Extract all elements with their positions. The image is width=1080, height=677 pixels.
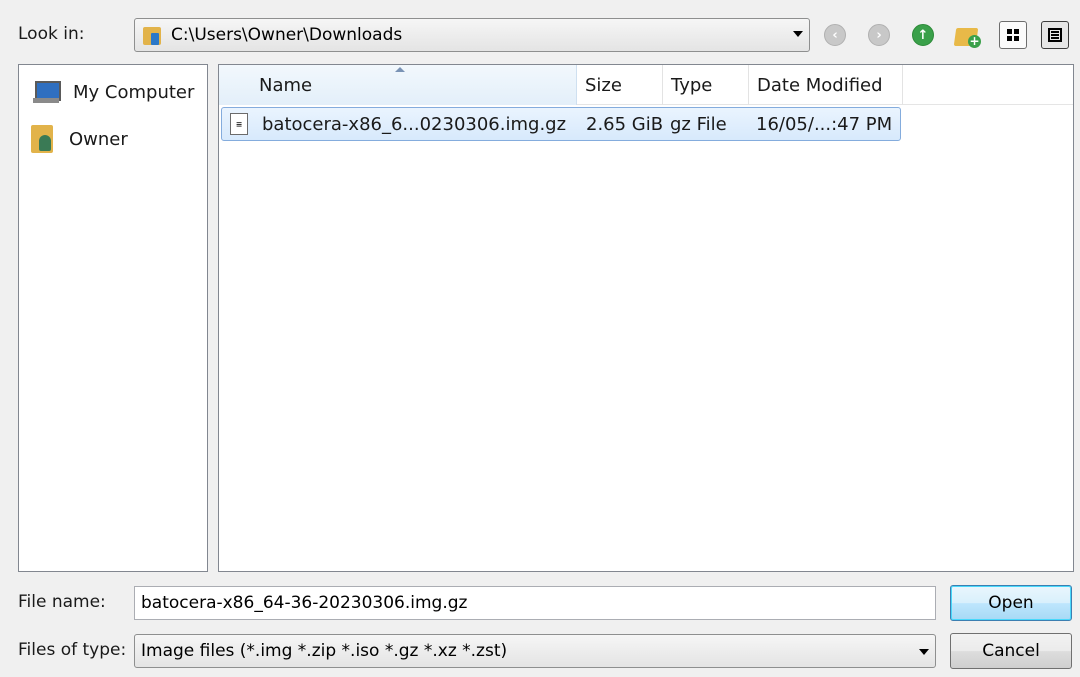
chevron-down-icon[interactable] (793, 31, 803, 37)
sort-ascending-icon (395, 67, 405, 72)
forward-icon: › (868, 24, 890, 46)
file-list-header: Name Size Type Date Modified (219, 65, 1073, 105)
file-name-cell: batocera-x86_6...0230306.img.gz (262, 113, 567, 135)
file-type-value: Image files (*.img *.zip *.iso *.gz *.xz… (141, 641, 508, 661)
sidebar-item-my-computer[interactable]: My Computer (19, 73, 194, 111)
look-in-path: C:\Users\Owner\Downloads (171, 25, 403, 45)
sidebar-item-label: Owner (69, 128, 128, 150)
file-size-cell: 2.65 GiB (586, 113, 664, 135)
back-button[interactable]: ‹ (820, 20, 850, 50)
detail-view-icon (1041, 21, 1069, 49)
file-type-combo[interactable]: Image files (*.img *.zip *.iso *.gz *.xz… (134, 634, 936, 668)
up-icon: ↑ (912, 24, 934, 46)
list-view-button[interactable] (998, 20, 1028, 50)
file-type-label: Files of type: (18, 640, 127, 660)
user-folder-icon (31, 125, 57, 153)
archive-file-icon: ≡ (230, 113, 248, 135)
detail-view-button[interactable] (1040, 20, 1070, 50)
column-header-name[interactable]: Name (219, 65, 577, 105)
chevron-down-icon[interactable] (919, 649, 929, 655)
column-header-type[interactable]: Type (663, 65, 749, 105)
table-row[interactable]: ≡ batocera-x86_6...0230306.img.gz 2.65 G… (221, 107, 901, 141)
file-name-label: File name: (18, 592, 106, 612)
look-in-combo[interactable]: C:\Users\Owner\Downloads (134, 18, 810, 52)
open-button[interactable]: Open (950, 585, 1072, 621)
back-icon: ‹ (824, 24, 846, 46)
cancel-button[interactable]: Cancel (950, 633, 1072, 669)
column-header-date-modified[interactable]: Date Modified (749, 65, 903, 105)
list-view-icon (999, 21, 1027, 49)
look-in-label: Look in: (18, 24, 85, 44)
sidebar-item-owner[interactable]: Owner (19, 120, 128, 158)
sidebar-item-label: My Computer (73, 81, 195, 103)
file-type-cell: gz File (670, 113, 727, 135)
computer-icon (31, 79, 61, 105)
file-name-field[interactable]: batocera-x86_64-36-20230306.img.gz (134, 586, 936, 620)
new-folder-button[interactable] (952, 20, 982, 50)
column-header-size[interactable]: Size (577, 65, 663, 105)
file-date-cell: 16/05/...:47 PM (756, 113, 893, 135)
folder-icon (143, 25, 165, 45)
up-button[interactable]: ↑ (908, 20, 938, 50)
forward-button[interactable]: › (864, 20, 894, 50)
new-folder-icon (955, 24, 981, 48)
places-sidebar: My Computer Owner (18, 64, 208, 572)
file-list: Name Size Type Date Modified ≡ batocera-… (218, 64, 1074, 572)
